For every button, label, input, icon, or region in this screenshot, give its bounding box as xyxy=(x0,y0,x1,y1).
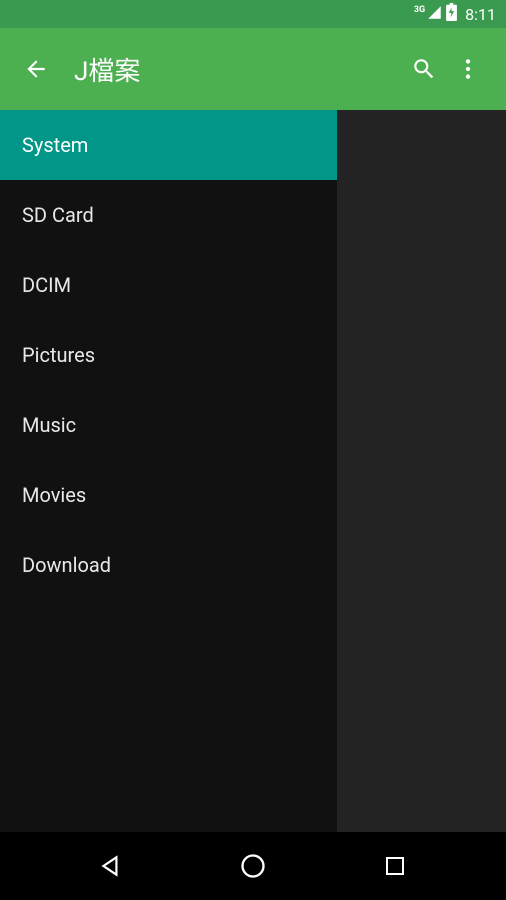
drawer-item-movies[interactable]: Movies xyxy=(0,460,337,530)
app-bar: J檔案 xyxy=(0,28,506,110)
drawer-item-pictures[interactable]: Pictures xyxy=(0,320,337,390)
square-recent-icon xyxy=(383,854,407,878)
system-navigation-bar xyxy=(0,832,506,900)
triangle-back-icon xyxy=(98,853,124,879)
more-vert-icon xyxy=(455,56,481,82)
app-title: J檔案 xyxy=(74,51,402,88)
drawer-item-music[interactable]: Music xyxy=(0,390,337,460)
overflow-menu-button[interactable] xyxy=(446,47,490,91)
drawer-item-dcim[interactable]: DCIM xyxy=(0,250,337,320)
drawer-item-label: Music xyxy=(22,413,76,437)
drawer-item-label: DCIM xyxy=(22,273,71,297)
clock-label: 8:11 xyxy=(465,5,496,24)
drawer-item-download[interactable]: Download xyxy=(0,530,337,600)
nav-back-button[interactable] xyxy=(81,836,141,896)
network-type-label: 3G xyxy=(414,5,425,15)
nav-recent-button[interactable] xyxy=(365,836,425,896)
search-button[interactable] xyxy=(402,47,446,91)
navigation-drawer: System SD Card DCIM Pictures Music Movie… xyxy=(0,110,337,832)
drawer-item-label: SD Card xyxy=(22,203,94,227)
status-bar: 3G 8:11 xyxy=(0,0,506,28)
drawer-item-label: Download xyxy=(22,553,111,577)
content-area: System SD Card DCIM Pictures Music Movie… xyxy=(0,110,506,832)
drawer-item-label: System xyxy=(22,133,88,157)
drawer-item-label: Pictures xyxy=(22,343,95,367)
back-button[interactable] xyxy=(16,49,56,89)
drawer-item-label: Movies xyxy=(22,483,86,507)
signal-icon xyxy=(427,5,442,24)
drawer-item-system[interactable]: System xyxy=(0,110,337,180)
battery-icon xyxy=(446,3,457,25)
arrow-back-icon xyxy=(23,56,49,82)
main-content xyxy=(337,110,506,832)
drawer-item-sdcard[interactable]: SD Card xyxy=(0,180,337,250)
search-icon xyxy=(411,56,437,82)
circle-home-icon xyxy=(239,852,267,880)
nav-home-button[interactable] xyxy=(223,836,283,896)
